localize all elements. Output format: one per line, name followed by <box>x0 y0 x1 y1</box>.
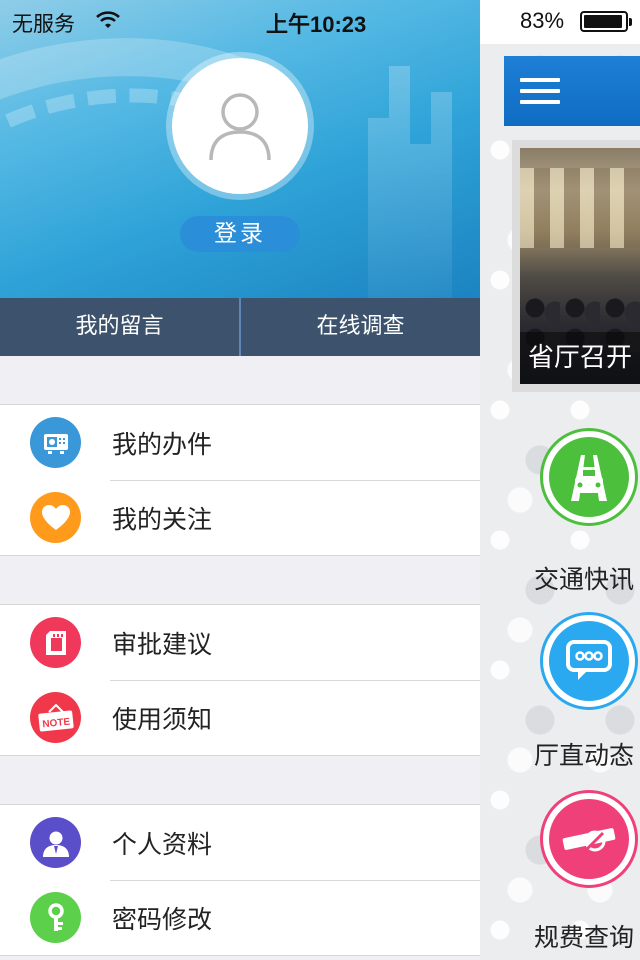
news-banner[interactable]: 省厅召开 <box>512 140 640 392</box>
menu-group: 个人资料 密码修改 <box>0 804 480 956</box>
menu-group: 审批建议 NOTE 使用须知 <box>0 604 480 756</box>
toll-barrier-icon <box>540 790 638 888</box>
tab-online-survey[interactable]: 在线调查 <box>239 298 480 356</box>
menu-item-usage-notice[interactable]: NOTE 使用须知 <box>0 680 480 755</box>
menu-item-label: 我的办件 <box>112 429 213 459</box>
menu-item-approval-advice[interactable]: 审批建议 <box>0 605 480 680</box>
menu-item-my-follows[interactable]: 我的关注 <box>0 480 480 555</box>
key-icon <box>30 892 81 943</box>
drawer-menu: 我的办件 我的关注 审批建议 NOTE 使用须知 个人资料 密码修改 <box>0 356 480 956</box>
background-nav-bar <box>504 56 640 126</box>
battery-percentage: 83% <box>520 8 565 33</box>
clock: 上午10:23 <box>266 12 367 37</box>
login-button[interactable]: 登录 <box>180 216 300 252</box>
profile-header: 无服务 上午10:23 登录 <box>0 0 480 298</box>
menu-item-label: 个人资料 <box>112 829 213 859</box>
menu-group: 我的办件 我的关注 <box>0 404 480 556</box>
menu-item-change-password[interactable]: 密码修改 <box>0 880 480 955</box>
menu-item-my-cases[interactable]: 我的办件 <box>0 405 480 480</box>
menu-item-personal-info[interactable]: 个人资料 <box>0 805 480 880</box>
case-file-icon <box>30 417 81 468</box>
menu-item-label: 审批建议 <box>112 629 213 659</box>
car-road-icon <box>540 428 638 526</box>
hamburger-menu-icon[interactable] <box>520 78 560 104</box>
feature-label: 交通快讯 <box>534 565 635 594</box>
wifi-icon <box>96 11 120 28</box>
feature-label: 规费查询 <box>534 923 635 952</box>
feature-label: 厅直动态 <box>534 741 635 770</box>
menu-item-label: 我的关注 <box>112 504 213 534</box>
carrier-text: 无服务 <box>12 12 75 36</box>
note-sign-icon: NOTE <box>30 692 81 743</box>
side-drawer: 无服务 上午10:23 登录 我的留言 在线调查 我的办件 我的关注 审批建议 … <box>0 0 480 960</box>
avatar[interactable] <box>172 58 308 194</box>
user-silhouette-icon <box>209 93 271 161</box>
news-caption: 省厅召开 <box>520 332 640 384</box>
person-icon <box>30 817 81 868</box>
menu-item-label: 密码修改 <box>112 904 213 934</box>
status-bar: 无服务 上午10:23 <box>0 0 480 44</box>
status-bar-right: 83% <box>480 0 640 44</box>
document-icon <box>30 617 81 668</box>
battery-icon <box>580 11 632 32</box>
background-app-panel[interactable]: 83% 省厅召开 交通快讯 厅直动态 规费查询 <box>480 0 640 960</box>
chat-bubble-icon <box>540 612 638 710</box>
menu-item-label: 使用须知 <box>112 704 213 734</box>
profile-tabs: 我的留言 在线调查 <box>0 298 480 356</box>
tab-my-messages[interactable]: 我的留言 <box>0 298 239 356</box>
heart-icon <box>30 492 81 543</box>
